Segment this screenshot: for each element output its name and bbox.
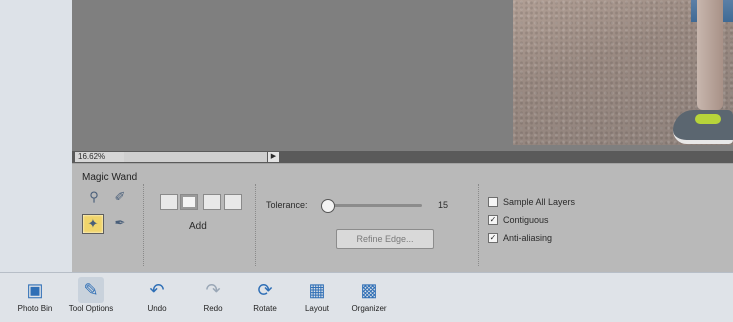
horizontal-scrollbar[interactable] <box>124 152 267 162</box>
tolerance-slider-thumb[interactable] <box>321 199 335 213</box>
organizer-label: Organizer <box>351 304 387 313</box>
selection-brush-icon[interactable]: ✒ <box>110 214 130 232</box>
redo-label: Redo <box>203 304 223 313</box>
quick-selection-icon[interactable]: ✐ <box>110 188 130 206</box>
photo-image <box>513 0 733 145</box>
tool-name-label: Magic Wand <box>82 172 138 183</box>
rotate-button[interactable]: ⟳ Rotate <box>238 277 292 313</box>
selection-mode-label: Add <box>189 221 207 232</box>
checkbox-checked[interactable]: ✓ <box>488 233 498 243</box>
tool-options-button[interactable]: ✎ Tool Options <box>64 277 118 313</box>
photo-bin-button[interactable]: ▣ Photo Bin <box>8 277 62 313</box>
undo-button[interactable]: ↶ Undo <box>130 277 184 313</box>
rotate-icon: ⟳ <box>257 280 273 300</box>
zoom-tool-icon[interactable]: ⚲ <box>84 188 104 206</box>
rotate-label: Rotate <box>253 304 277 313</box>
checkbox-label: Sample All Layers <box>503 197 576 207</box>
photo-bin-label: Photo Bin <box>17 304 53 313</box>
contiguous-checkbox[interactable]: ✓ Contiguous <box>488 215 549 225</box>
tolerance-slider[interactable] <box>322 204 422 207</box>
divider <box>478 184 479 266</box>
left-panel <box>0 0 73 272</box>
magic-wand-icon[interactable]: ✦ <box>82 214 104 234</box>
anti-aliasing-checkbox[interactable]: ✓ Anti-aliasing <box>488 233 552 243</box>
zoom-level[interactable]: 16.62% <box>75 152 125 162</box>
photo-bin-icon: ▣ <box>26 280 44 300</box>
layout-label: Layout <box>304 304 330 313</box>
redo-button[interactable]: ↷ Redo <box>186 277 240 313</box>
organizer-button[interactable]: ▩ Organizer <box>342 277 396 313</box>
organizer-icon: ▩ <box>360 280 378 300</box>
tool-options-icon: ✎ <box>78 277 104 303</box>
scroll-right-icon[interactable]: ▶ <box>268 152 279 162</box>
refine-edge-button[interactable]: Refine Edge... <box>336 229 434 249</box>
undo-label: Undo <box>147 304 167 313</box>
status-bar: 16.62% ▶ <box>72 151 733 163</box>
bottom-task-bar: ▣ Photo Bin ✎ Tool Options ↶ Undo ↷ Redo… <box>0 272 733 322</box>
checkbox-checked[interactable]: ✓ <box>488 215 498 225</box>
layout-button[interactable]: ▦ Layout <box>290 277 344 313</box>
image-canvas[interactable] <box>72 0 733 151</box>
subtract-selection-button[interactable] <box>203 194 221 210</box>
leg-area <box>697 0 723 110</box>
divider <box>143 184 144 266</box>
add-to-selection-button[interactable] <box>180 194 198 210</box>
sneaker-accent <box>695 114 721 124</box>
new-selection-button[interactable] <box>160 194 178 210</box>
checkbox-unchecked[interactable] <box>488 197 498 207</box>
undo-icon: ↶ <box>149 280 165 300</box>
checkbox-label: Contiguous <box>503 215 549 225</box>
tolerance-label: Tolerance: <box>266 200 308 210</box>
tool-options-panel: Magic Wand ⚲ ✐ ✦ ✒ Add Tolerance: 15 Ref… <box>72 163 733 273</box>
layout-icon: ▦ <box>308 280 326 300</box>
redo-icon: ↷ <box>205 280 221 300</box>
divider <box>255 184 256 266</box>
tolerance-value[interactable]: 15 <box>438 200 448 210</box>
intersect-selection-button[interactable] <box>224 194 242 210</box>
tool-options-label: Tool Options <box>68 304 114 313</box>
sample-all-layers-checkbox[interactable]: Sample All Layers <box>488 197 575 207</box>
checkbox-label: Anti-aliasing <box>503 233 553 243</box>
